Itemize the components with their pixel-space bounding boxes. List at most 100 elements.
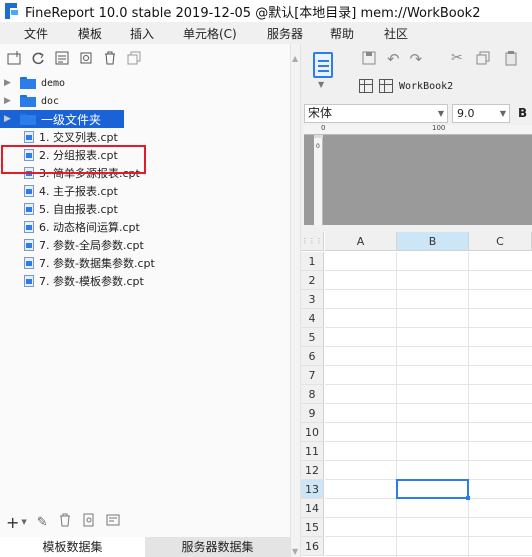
chevron-down-icon[interactable]: ▼ — [318, 80, 324, 89]
font-toolbar: 宋体 ▼ 9.0 ▼ B — [304, 103, 527, 123]
font-size-select[interactable]: 9.0 ▼ — [452, 103, 510, 123]
folder-icon — [20, 113, 36, 125]
edit-icon[interactable]: ✎ — [37, 515, 48, 530]
menu-help[interactable]: 帮助 — [330, 25, 354, 42]
row-header[interactable]: 9 — [301, 404, 324, 423]
tree-file[interactable]: 7. 参数-模板参数.cpt — [0, 272, 290, 290]
add-dataset-icon[interactable]: + — [6, 513, 19, 532]
copy-icon[interactable] — [475, 50, 491, 70]
template-tree-panel: ▶ demo ▶ doc ▶ 一级文件夹 1. 交叉列表.cpt 2. 分组报表… — [0, 44, 290, 557]
row-header[interactable]: 2 — [301, 271, 324, 290]
tree-folder-level1[interactable]: ▶ 一级文件夹 — [0, 110, 124, 128]
font-family-select[interactable]: 宋体 ▼ — [304, 103, 448, 123]
tree-folder-doc[interactable]: ▶ doc — [0, 92, 290, 110]
scroll-up-icon[interactable]: ▲ — [292, 54, 298, 63]
tree-file[interactable]: 1. 交叉列表.cpt — [0, 128, 290, 146]
preview-icon[interactable] — [82, 513, 96, 531]
horizontal-ruler: 0 100 — [304, 124, 532, 135]
dropdown-chevron-icon[interactable]: ▼ — [21, 518, 26, 526]
folder-label: doc — [41, 95, 60, 107]
row-header[interactable]: 16 — [301, 537, 324, 556]
menu-file[interactable]: 文件 — [24, 25, 48, 42]
cell-grid[interactable] — [325, 252, 532, 557]
tree-file[interactable]: 6. 动态格间运算.cpt — [0, 218, 290, 236]
tree-folder-demo[interactable]: ▶ demo — [0, 74, 290, 92]
expand-arrow-icon[interactable]: ▶ — [4, 96, 12, 106]
menu-cell[interactable]: 单元格(C) — [183, 25, 237, 42]
active-cell-b13[interactable] — [396, 479, 470, 500]
open-template-icon[interactable] — [54, 50, 70, 66]
tree-file[interactable]: 4. 主子报表.cpt — [0, 182, 290, 200]
menu-community[interactable]: 社区 — [384, 25, 408, 42]
dataset-settings-icon[interactable] — [106, 513, 120, 531]
menu-bar: 文件 模板 插入 单元格(C) 服务器 帮助 社区 — [0, 22, 532, 44]
column-header-b[interactable]: B — [397, 232, 469, 251]
tree-file[interactable]: 7. 参数-数据集参数.cpt — [0, 254, 290, 272]
tree-file[interactable]: 5. 自由报表.cpt — [0, 200, 290, 218]
row-header[interactable]: 5 — [301, 328, 324, 347]
row-header[interactable]: 11 — [301, 442, 324, 461]
tree-toolbar — [0, 44, 290, 72]
new-folder-icon[interactable] — [6, 50, 22, 66]
redo-icon[interactable]: ↷ — [410, 50, 423, 70]
grid-icon — [379, 79, 393, 93]
folder-icon — [20, 95, 36, 107]
column-header-a[interactable]: A — [325, 232, 397, 251]
cut-icon[interactable]: ✂ — [451, 50, 463, 70]
column-header-c[interactable]: C — [469, 232, 532, 251]
copy-icon[interactable] — [126, 50, 142, 66]
paste-icon[interactable] — [503, 50, 519, 70]
workbook-name: WorkBook2 — [399, 80, 454, 92]
undo-icon[interactable]: ↶ — [387, 50, 400, 70]
expand-arrow-icon[interactable]: ▶ — [4, 78, 12, 88]
cpt-file-icon — [24, 275, 34, 287]
panel-splitter[interactable]: ▲ ▼ — [290, 44, 301, 557]
tab-server-dataset[interactable]: 服务器数据集 — [145, 537, 290, 557]
chevron-down-icon[interactable]: ▼ — [438, 105, 444, 122]
save-icon[interactable] — [361, 50, 377, 70]
row-header[interactable]: 10 — [301, 423, 324, 442]
row-header[interactable]: 12 — [301, 461, 324, 480]
select-all-corner[interactable]: ⋮⋮⋮ — [301, 232, 324, 251]
grid-icon — [359, 79, 373, 93]
file-label: 4. 主子报表.cpt — [39, 185, 118, 198]
workbook-tab[interactable]: WorkBook2 — [359, 76, 453, 96]
bold-button[interactable]: B — [518, 106, 527, 120]
refresh-icon[interactable] — [30, 50, 46, 66]
cpt-file-icon — [24, 257, 34, 269]
expand-arrow-icon[interactable]: ▶ — [4, 114, 12, 124]
scroll-down-icon[interactable]: ▼ — [292, 547, 298, 556]
row-header[interactable]: 14 — [301, 499, 324, 518]
template-properties-icon[interactable] — [313, 52, 333, 78]
chevron-down-icon[interactable]: ▼ — [500, 105, 506, 122]
row-header[interactable]: 1 — [301, 252, 324, 271]
row-header[interactable]: 3 — [301, 290, 324, 309]
delete-icon[interactable] — [58, 513, 72, 531]
row-header[interactable]: 8 — [301, 385, 324, 404]
font-size-value: 9.0 — [457, 106, 475, 120]
menu-template[interactable]: 模板 — [78, 25, 102, 42]
folder-label: 一级文件夹 — [41, 112, 102, 127]
font-family-value: 宋体 — [308, 105, 333, 120]
lock-settings-icon[interactable] — [78, 50, 94, 66]
row-header[interactable]: 13 — [301, 480, 324, 499]
cpt-file-icon — [24, 221, 34, 233]
clipboard-toolbar: ✂ — [451, 50, 519, 70]
designer-panel: ▼ ↶ ↷ ✂ WorkBook2 宋体 ▼ 9.0 ▼ B 0 100 0 ⋮… — [301, 44, 532, 557]
row-header[interactable]: 15 — [301, 518, 324, 537]
vertical-ruler: 0 — [314, 138, 323, 225]
menu-insert[interactable]: 插入 — [130, 25, 154, 42]
row-header[interactable]: 6 — [301, 347, 324, 366]
file-label: 7. 参数-全局参数.cpt — [39, 239, 144, 252]
spreadsheet-grid[interactable]: ⋮⋮⋮ A B C 1 2 3 4 5 6 7 8 9 10 11 12 13 … — [301, 232, 532, 557]
row-header[interactable]: 7 — [301, 366, 324, 385]
dataset-panel-bar: + ▼ ✎ 模板数据集 服务器数据集 — [0, 510, 290, 557]
row-header[interactable]: 4 — [301, 309, 324, 328]
delete-icon[interactable] — [102, 50, 118, 66]
menu-server[interactable]: 服务器 — [267, 25, 303, 42]
title-bar: FineReport 10.0 stable 2019-12-05 @默认[本地… — [0, 0, 532, 22]
ruler-label: 0 — [321, 124, 326, 132]
tree-file[interactable]: 7. 参数-全局参数.cpt — [0, 236, 290, 254]
template-tree: ▶ demo ▶ doc ▶ 一级文件夹 1. 交叉列表.cpt 2. 分组报表… — [0, 74, 290, 290]
tab-template-dataset[interactable]: 模板数据集 — [0, 537, 145, 557]
